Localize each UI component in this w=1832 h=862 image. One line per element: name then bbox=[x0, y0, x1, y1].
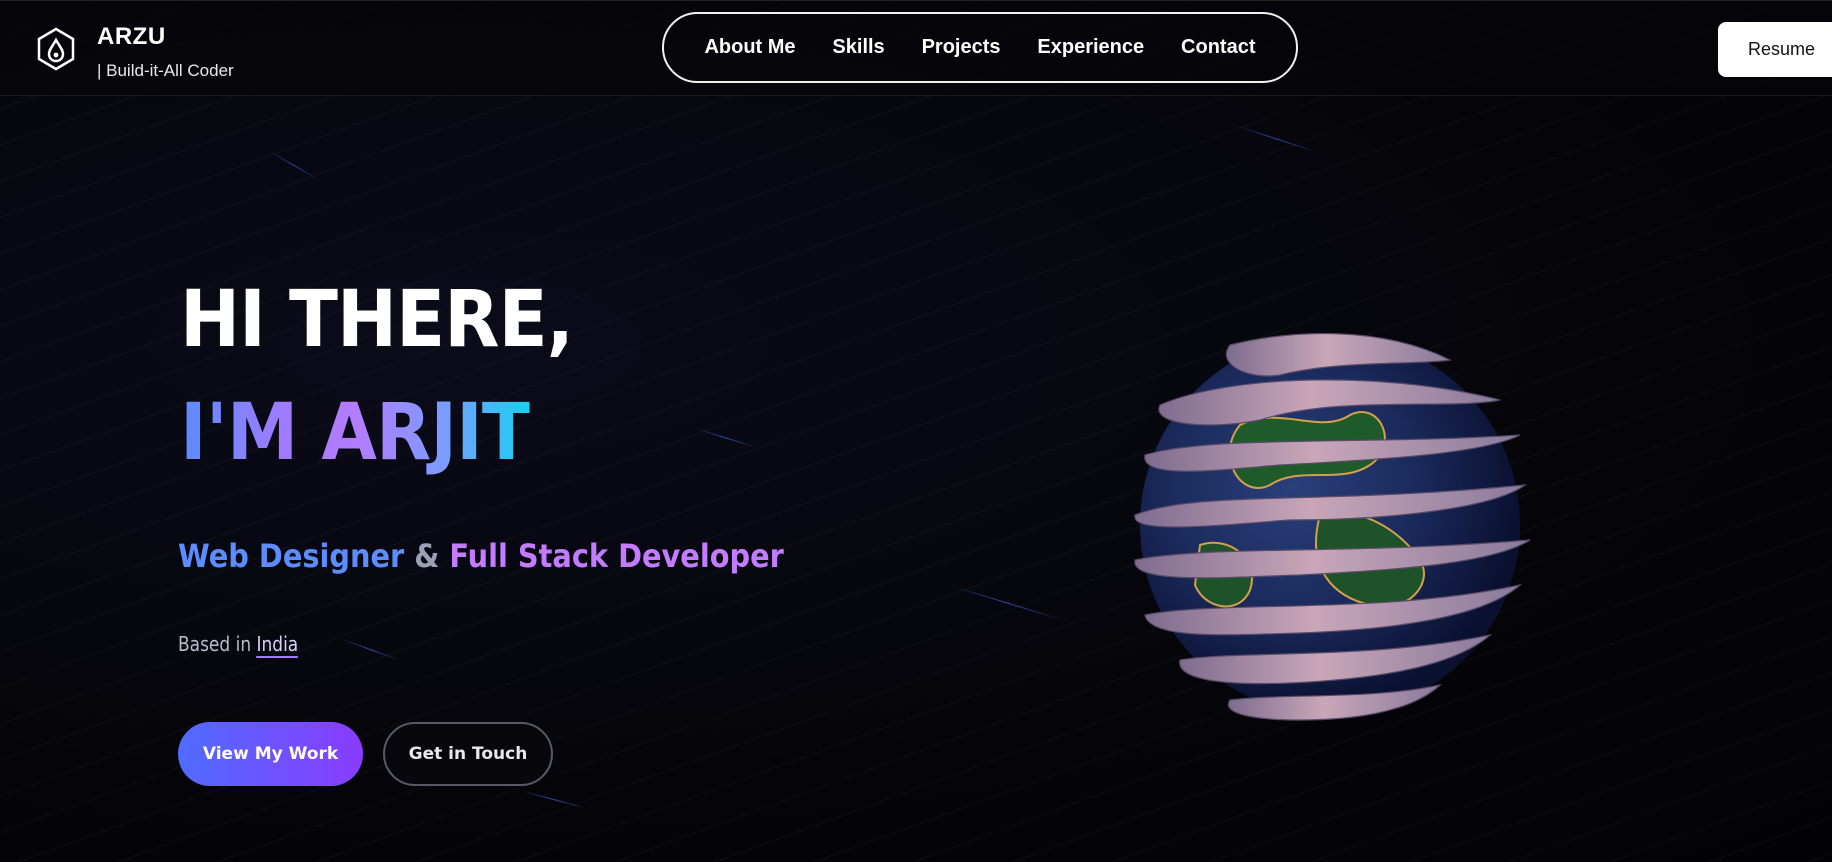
hero-location: Based in India bbox=[178, 632, 299, 658]
hero-greeting: HI THERE, bbox=[180, 275, 574, 365]
get-in-touch-button[interactable]: Get in Touch bbox=[383, 722, 553, 786]
nav-contact[interactable]: Contact bbox=[1181, 36, 1255, 59]
location-prefix: Based in bbox=[178, 632, 252, 656]
role-secondary: Full Stack Developer bbox=[449, 537, 784, 575]
location-country: India bbox=[256, 632, 299, 658]
nav-skills[interactable]: Skills bbox=[832, 36, 884, 59]
logo-icon[interactable] bbox=[36, 27, 76, 71]
globe-3d-graphic bbox=[1134, 332, 1531, 721]
role-separator: & bbox=[414, 537, 440, 575]
top-navigation: ARZU | Build-it-All Coder About Me Skill… bbox=[0, 0, 1832, 96]
role-primary: Web Designer bbox=[178, 537, 405, 575]
hero-name: I'M ARJIT bbox=[180, 388, 531, 478]
nav-experience[interactable]: Experience bbox=[1037, 36, 1144, 59]
nav-projects[interactable]: Projects bbox=[922, 36, 1001, 59]
nav-menu: About Me Skills Projects Experience Cont… bbox=[662, 12, 1298, 83]
nav-about-me[interactable]: About Me bbox=[704, 36, 795, 59]
view-work-button[interactable]: View My Work bbox=[178, 722, 363, 786]
hero-role: Web Designer & Full Stack Developer bbox=[178, 537, 784, 575]
resume-button[interactable]: Resume bbox=[1718, 22, 1832, 77]
brand-name[interactable]: ARZU bbox=[97, 23, 166, 51]
brand-tagline: | Build-it-All Coder bbox=[97, 61, 234, 80]
